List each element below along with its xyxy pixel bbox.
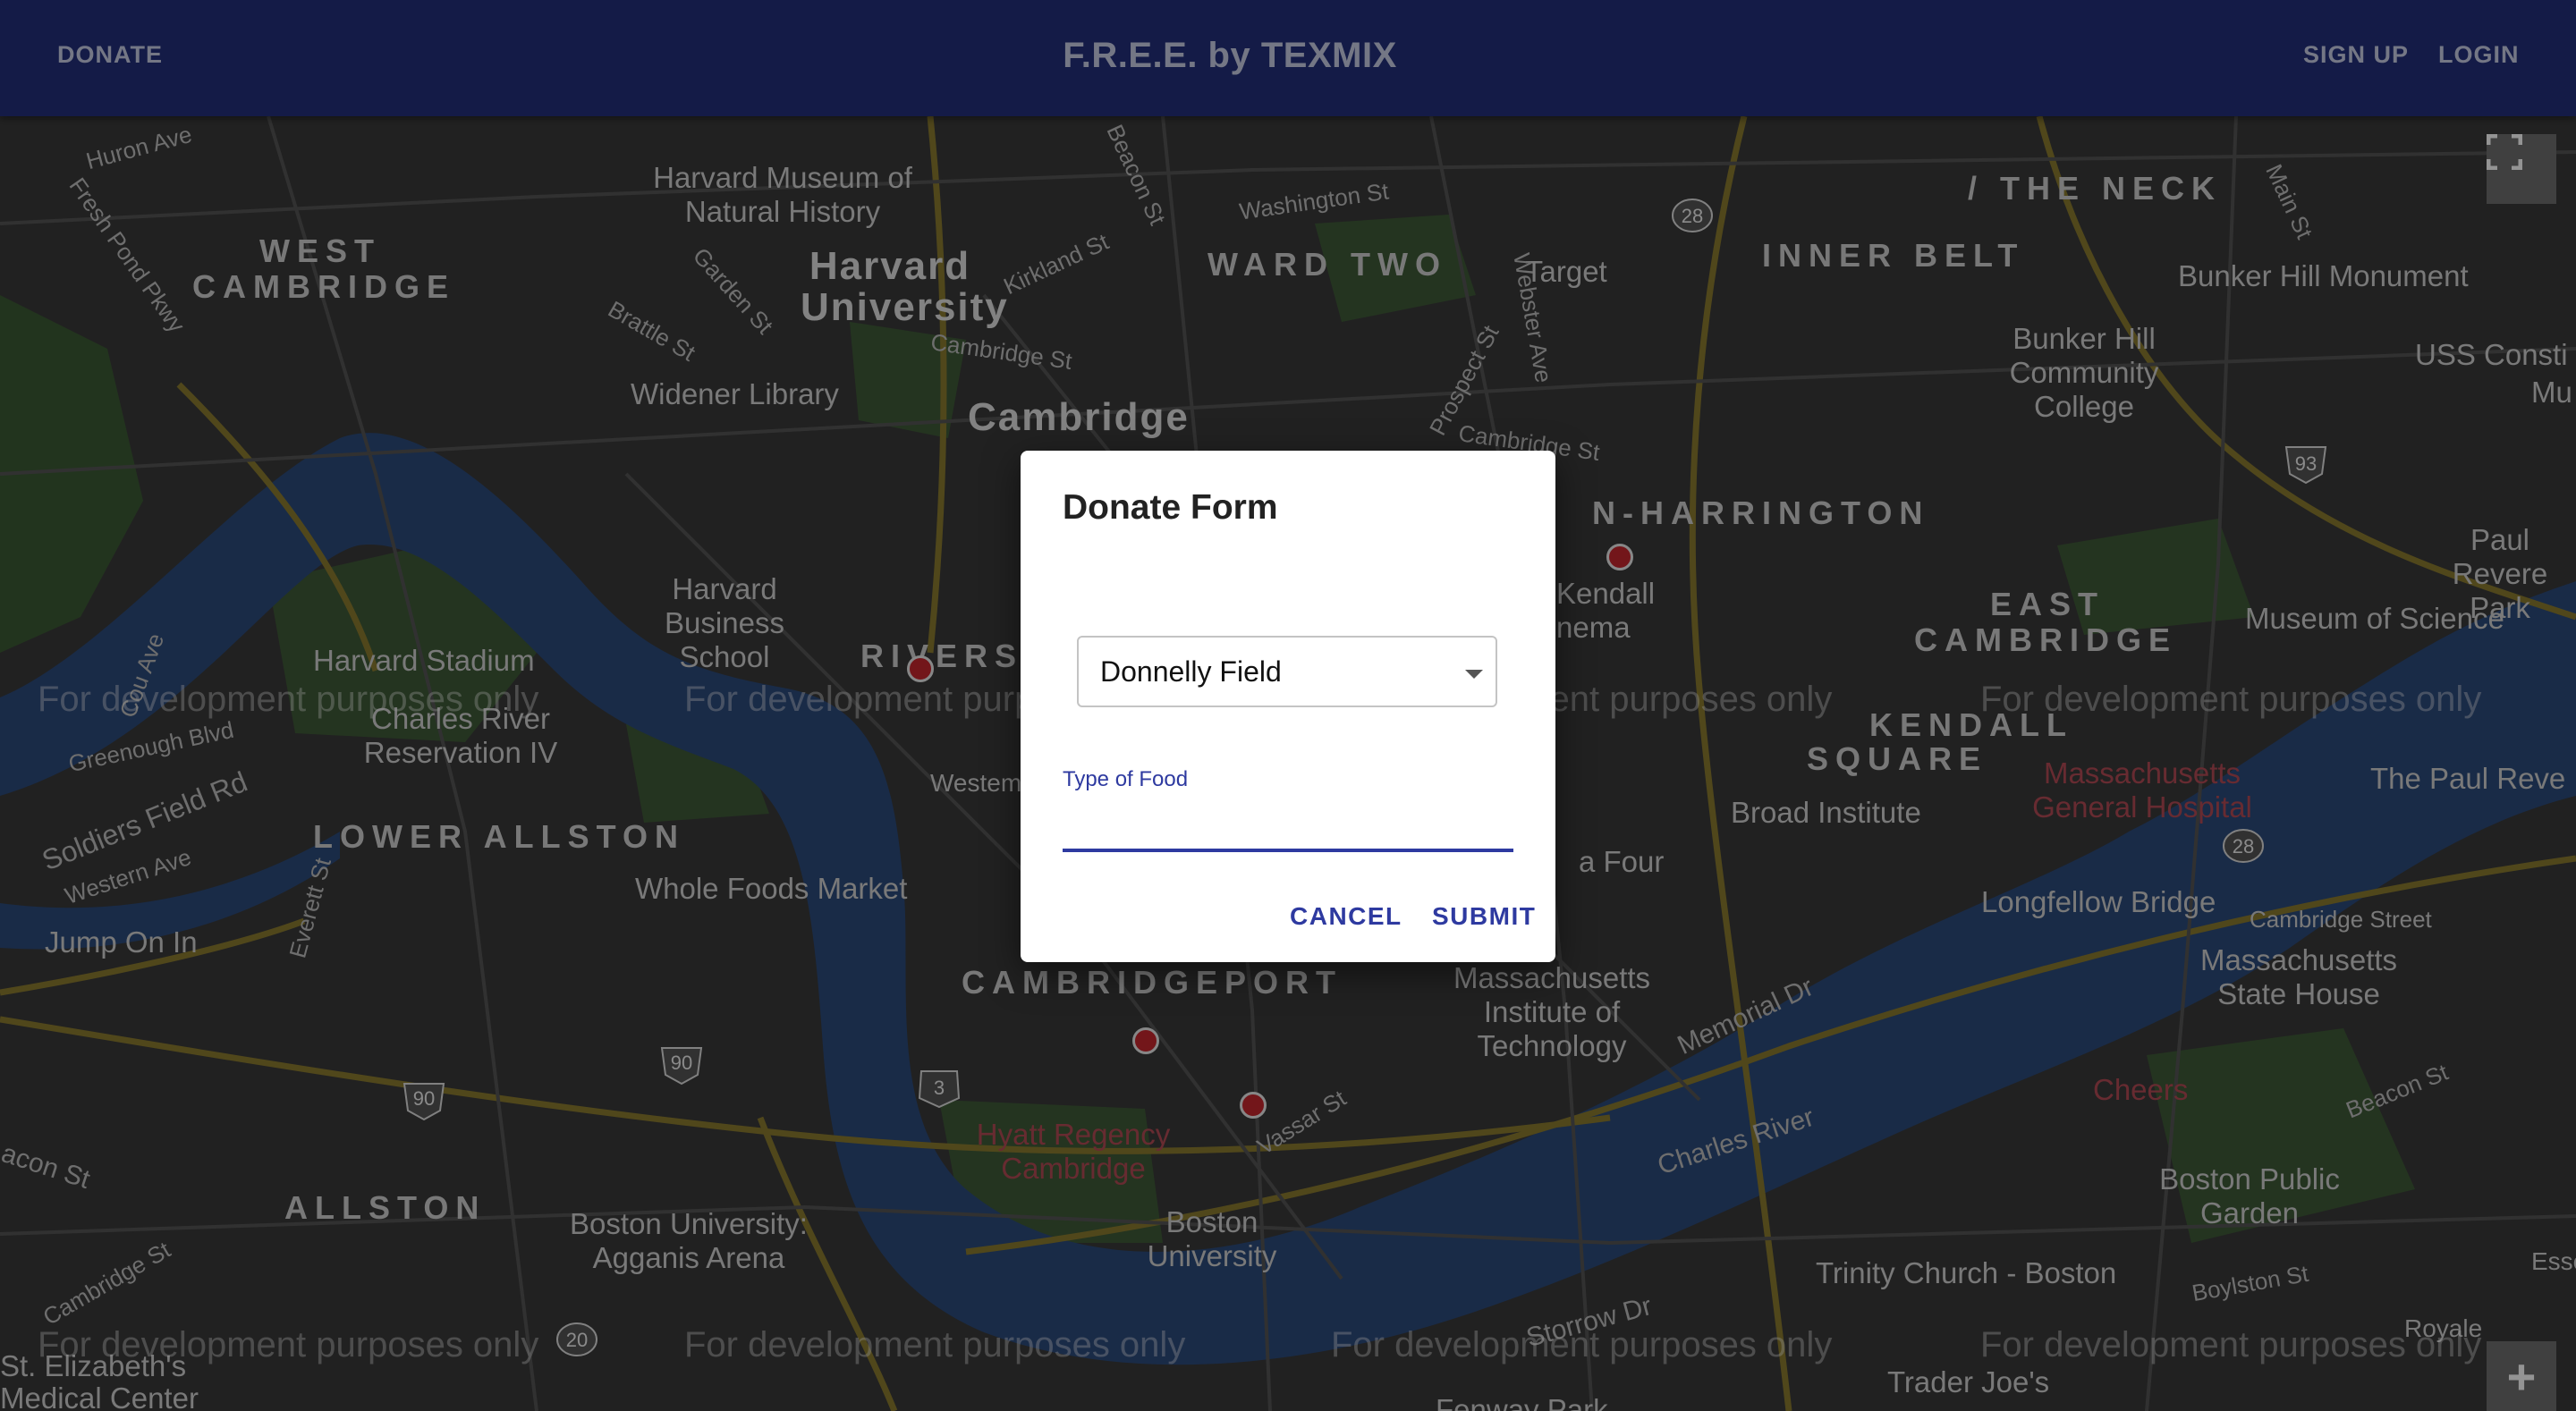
location-select[interactable]: Donnelly Field [1077, 636, 1497, 707]
location-select-value: Donnelly Field [1100, 655, 1282, 688]
donate-form-dialog: Donate Form Donnelly Field Type of Food … [1021, 451, 1555, 962]
food-type-label: Type of Food [1063, 767, 1189, 791]
food-type-input[interactable] [1063, 795, 1513, 852]
dialog-title: Donate Form [1063, 488, 1278, 527]
cancel-button[interactable]: CANCEL [1290, 902, 1402, 931]
dropdown-arrow-icon [1465, 670, 1483, 679]
submit-button[interactable]: SUBMIT [1432, 902, 1536, 931]
